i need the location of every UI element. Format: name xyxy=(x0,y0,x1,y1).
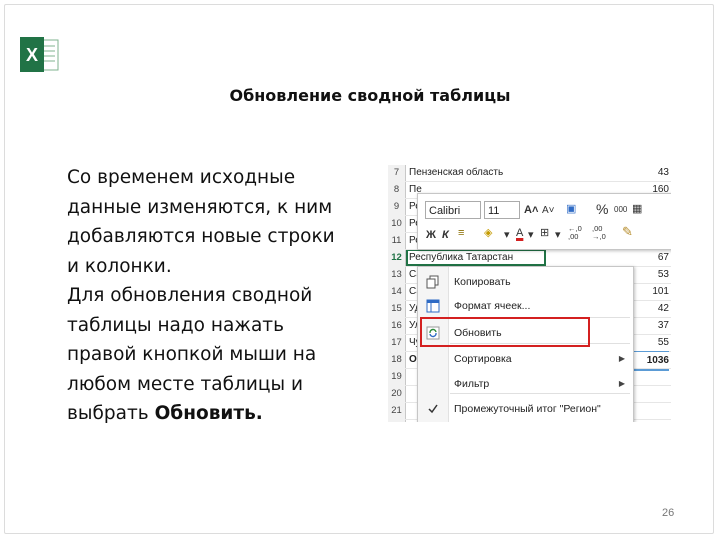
font-size-box[interactable]: 11 xyxy=(484,201,520,219)
thousands-icon[interactable]: 000 xyxy=(614,202,627,218)
row-number[interactable]: 19 xyxy=(388,368,405,385)
menu-item-label: Формат ячеек... xyxy=(454,300,531,312)
slide-title: Обновление сводной таблицы xyxy=(229,86,511,105)
fill-color-icon[interactable]: ◈ xyxy=(484,225,492,241)
excel-logo-icon: X xyxy=(20,37,59,72)
value-cell[interactable]: 101 xyxy=(629,283,669,300)
bold-icon[interactable]: Ж xyxy=(426,227,436,243)
submenu-arrow-icon: ▶ xyxy=(618,379,625,388)
body-line: любом месте таблицы и xyxy=(67,373,303,395)
row-number[interactable]: 20 xyxy=(388,385,405,402)
value-cell[interactable]: 67 xyxy=(629,249,669,266)
value-cell[interactable]: 43 xyxy=(629,165,669,181)
region-cell[interactable]: Республика Татарстан xyxy=(409,249,513,266)
dropdown-arrow-icon[interactable]: ▾ xyxy=(528,227,534,243)
menu-item[interactable]: Промежуточный итог "Регион" xyxy=(418,398,633,422)
font-color-icon[interactable]: A xyxy=(516,225,523,241)
mini-toolbar: Calibri 11 A˄ A˅ ▣ % 000 ▦ Ж К ≡ ◈ ▾ A ▾… xyxy=(417,193,671,250)
refresh-highlight-box xyxy=(420,317,590,347)
row-number[interactable]: 7 xyxy=(388,165,405,181)
row-number[interactable]: 18 xyxy=(388,351,405,368)
menu-separator xyxy=(450,393,630,394)
font-shrink-icon[interactable]: A˅ xyxy=(542,203,555,219)
align-icon[interactable]: ≡ xyxy=(458,225,464,241)
body-line: и колонки. xyxy=(67,255,172,277)
decrease-decimal-icon[interactable]: ,00 →,0 xyxy=(592,225,614,241)
menu-item[interactable]: Сортировка ▶ xyxy=(418,348,633,372)
format-cells-icon xyxy=(426,299,440,313)
format-painter-icon[interactable]: ✎ xyxy=(622,224,633,240)
submenu-arrow-icon: ▶ xyxy=(618,354,625,363)
row-number[interactable]: 14 xyxy=(388,283,405,300)
menu-item-label: Промежуточный итог "Регион" xyxy=(454,403,601,415)
body-line: Для обновления сводной xyxy=(67,285,313,306)
borders-icon[interactable]: ⊞ xyxy=(540,225,549,241)
italic-icon[interactable]: К xyxy=(442,227,449,243)
menu-item-label: Сортировка xyxy=(454,353,512,365)
row-number[interactable]: 10 xyxy=(388,215,405,232)
table-format-icon[interactable]: ▦ xyxy=(632,201,642,217)
row-number[interactable]: 15 xyxy=(388,300,405,317)
dropdown-arrow-icon[interactable]: ▾ xyxy=(555,227,561,243)
body-bold-command: Обновить. xyxy=(154,403,263,424)
body-line: данные изменяются, к ним xyxy=(67,196,333,218)
number-format-icon[interactable]: ▣ xyxy=(566,201,576,217)
value-cell[interactable]: 37 xyxy=(629,317,669,334)
value-cell[interactable]: 42 xyxy=(629,300,669,317)
body-line-prefix: выбрать xyxy=(67,403,155,424)
value-cell[interactable]: 53 xyxy=(629,266,669,283)
value-cell[interactable] xyxy=(629,385,669,402)
menu-item[interactable]: Копировать xyxy=(418,271,633,295)
menu-item[interactable]: Формат ячеек... xyxy=(418,295,633,319)
region-cell[interactable]: Пензенская область xyxy=(409,165,503,181)
menu-item-label: Фильтр xyxy=(454,378,490,390)
value-cell[interactable]: 55 xyxy=(629,334,669,351)
percent-icon[interactable]: % xyxy=(596,201,608,217)
row-number[interactable]: 21 xyxy=(388,402,405,419)
row-number[interactable]: 17 xyxy=(388,334,405,351)
value-cell[interactable] xyxy=(629,368,669,385)
row-number[interactable]: 11 xyxy=(388,232,405,249)
row-number[interactable]: 9 xyxy=(388,198,405,215)
dropdown-arrow-icon[interactable]: ▾ xyxy=(504,227,510,243)
row-number[interactable]: 16 xyxy=(388,317,405,334)
value-cell[interactable] xyxy=(629,402,669,419)
body-line: таблицы надо нажать xyxy=(67,314,284,336)
font-grow-icon[interactable]: A˄ xyxy=(524,202,538,218)
slide-body-text: Со временем исходные данные изменяются, … xyxy=(67,163,367,429)
svg-text:X: X xyxy=(26,45,38,65)
increase-decimal-icon[interactable]: ←,0 ,00 xyxy=(568,225,590,241)
checkmark-icon xyxy=(426,402,440,416)
row-number[interactable]: 12 xyxy=(388,249,405,266)
menu-item-label: Копировать xyxy=(454,276,511,288)
page-number: 26 xyxy=(662,507,675,519)
row-number[interactable]: 8 xyxy=(388,181,405,198)
excel-screenshot: 7Пензенская область438Пе1609Ре4210Ре2311… xyxy=(388,165,671,422)
row-number[interactable]: 13 xyxy=(388,266,405,283)
copy-icon xyxy=(426,275,440,289)
font-name-box[interactable]: Calibri xyxy=(425,201,481,219)
body-line: добавляются новые строки xyxy=(67,226,335,247)
body-line: правой кнопкой мыши на xyxy=(67,344,317,365)
body-line: Со временем исходные xyxy=(67,167,296,188)
body-line-last: выбрать Обновить. xyxy=(67,399,367,429)
